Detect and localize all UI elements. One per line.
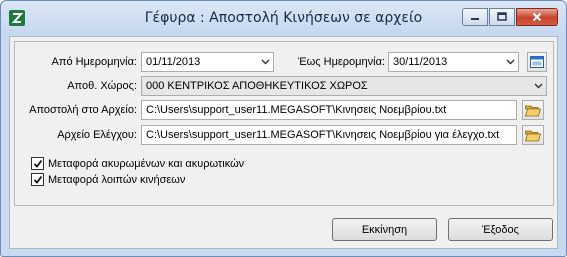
chevron-down-icon[interactable] (502, 53, 518, 71)
folder-open-icon (525, 105, 541, 116)
to-date-value: 30/11/2013 (393, 56, 448, 68)
calendar-window-icon (530, 56, 544, 68)
form-panel: Από Ημερομηνία: 01/11/2013 Έως Ημερομηνί… (14, 41, 554, 206)
check-file-input[interactable]: C:\Users\support_user11.MEGASOFT\Κινησει… (141, 125, 517, 145)
start-button[interactable]: Εκκίνηση (332, 218, 437, 241)
folder-open-icon (525, 130, 541, 141)
dialog-window: Γέφυρα : Αποστολή Κινήσεων σε αρχείο Από… (0, 0, 567, 257)
browse-send-file-button[interactable] (522, 100, 544, 120)
checkmark-icon (33, 159, 42, 168)
maximize-icon (497, 12, 507, 21)
option-cancelled-label: Μεταφορά ακυρωμένων και ακυρωτικών (48, 157, 245, 170)
to-date-label: Έως Ημερομηνία: (298, 56, 385, 68)
from-date-value: 01/11/2013 (146, 56, 201, 68)
option-other-checkbox[interactable] (31, 173, 44, 186)
chevron-down-icon[interactable] (257, 53, 273, 71)
from-date-label: Από Ημερομηνία: (51, 56, 137, 68)
option-other-row[interactable]: Μεταφορά λοιπών κινήσεων (31, 173, 185, 186)
close-icon (532, 12, 542, 22)
warehouse-label: Αποθ. Χώρος: (67, 80, 137, 92)
to-date-picker[interactable]: 30/11/2013 (388, 52, 519, 72)
minimize-icon (471, 18, 479, 20)
option-other-label: Μεταφορά λοιπών κινήσεων (48, 173, 186, 186)
close-button[interactable] (516, 8, 558, 26)
option-cancelled-checkbox[interactable] (31, 157, 44, 170)
send-file-label: Αποστολή στο Αρχείο: (29, 104, 137, 116)
checkmark-icon (33, 175, 42, 184)
send-file-input[interactable]: C:\Users\support_user11.MEGASOFT\Κινησει… (141, 100, 517, 120)
warehouse-value: 000 ΚΕΝΤΡΙΚΟΣ ΑΠΟΘΗΚΕΥΤΙΚΟΣ ΧΩΡΟΣ (146, 80, 368, 92)
browse-check-file-button[interactable] (522, 125, 544, 145)
option-cancelled-row[interactable]: Μεταφορά ακυρωμένων και ακυρωτικών (31, 157, 244, 170)
caption-buttons (462, 8, 558, 26)
title-bar[interactable]: Γέφυρα : Αποστολή Κινήσεων σε αρχείο (1, 1, 566, 35)
client-area: Από Ημερομηνία: 01/11/2013 Έως Ημερομηνί… (9, 36, 558, 249)
check-file-label: Αρχείο Ελέγχου: (57, 129, 137, 141)
calendar-window-button[interactable] (527, 52, 547, 72)
exit-button[interactable]: Έξοδος (448, 218, 553, 241)
maximize-button[interactable] (489, 8, 515, 26)
warehouse-select[interactable]: 000 ΚΕΝΤΡΙΚΟΣ ΑΠΟΘΗΚΕΥΤΙΚΟΣ ΧΩΡΟΣ (141, 76, 547, 96)
minimize-button[interactable] (462, 8, 488, 26)
from-date-picker[interactable]: 01/11/2013 (141, 52, 274, 72)
chevron-down-icon[interactable] (530, 77, 546, 95)
